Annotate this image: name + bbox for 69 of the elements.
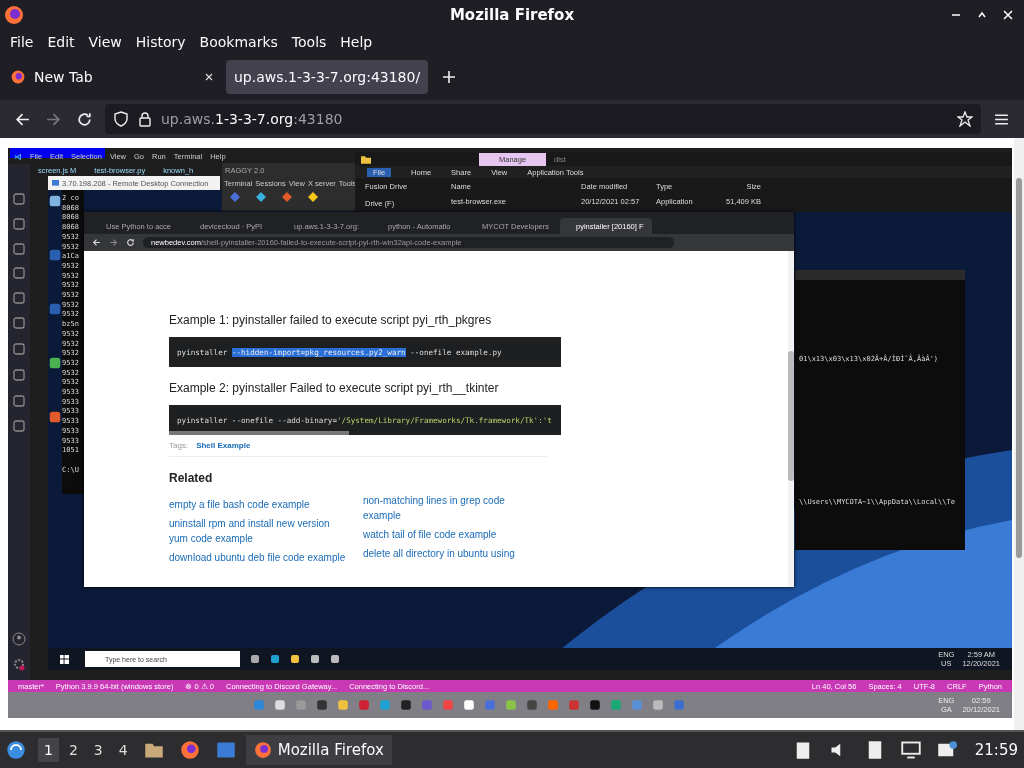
toolbar-icon[interactable] <box>308 192 318 202</box>
tags-label: Tags: <box>169 441 189 450</box>
settings-icon[interactable] <box>12 657 26 671</box>
scrollbar-thumb[interactable] <box>1016 178 1022 558</box>
related-link[interactable]: download ubuntu deb file code example <box>169 550 349 565</box>
vscode-logo-icon <box>14 152 22 161</box>
scrollbar-thumb[interactable] <box>788 351 794 481</box>
sidebar-icon[interactable] <box>12 419 26 433</box>
close-tab-icon[interactable] <box>204 72 214 82</box>
menu-item[interactable]: File <box>4 32 40 52</box>
workspace-button[interactable]: 3 <box>87 738 109 762</box>
desktop-icon[interactable] <box>48 194 62 208</box>
sidebar-icon[interactable] <box>12 316 26 330</box>
browser-tab[interactable]: New Tab <box>2 60 222 94</box>
clock: 21:59 <box>974 741 1018 759</box>
back-icon[interactable] <box>92 238 101 247</box>
related-link[interactable]: non-matching lines in grep code example <box>363 493 543 523</box>
sidebar-icon[interactable] <box>12 192 26 206</box>
menu-item[interactable]: Tools <box>285 32 333 52</box>
section-heading: Related <box>169 471 213 485</box>
desktop-icon[interactable] <box>48 410 62 424</box>
taskbar-icon[interactable] <box>588 699 601 711</box>
related-link[interactable]: delete all directory in ubuntu using <box>363 546 543 561</box>
menu-item[interactable]: Help <box>334 32 379 52</box>
sidebar-icon[interactable] <box>12 242 26 256</box>
bookmark-star-icon[interactable] <box>957 111 973 127</box>
firefox-logo-icon <box>10 69 26 85</box>
desktop-icon[interactable] <box>48 356 62 370</box>
toolbar-icon[interactable] <box>282 192 292 202</box>
sidebar-icon[interactable] <box>12 368 26 382</box>
firefox-icon <box>253 741 272 759</box>
window-icon[interactable] <box>215 740 236 760</box>
sidebar-icon[interactable] <box>12 291 26 305</box>
taskbar-window-button[interactable]: Mozilla Firefox <box>245 735 392 765</box>
toolbar-icon[interactable] <box>256 192 266 202</box>
tag-link[interactable]: Shell Example <box>196 441 251 450</box>
menu-item[interactable]: Edit <box>41 32 81 52</box>
folder-icon <box>361 154 371 164</box>
example-heading: Example 2: pyinstaller Failed to execute script pyi_rth__tkinter <box>169 381 499 395</box>
firefox-logo-icon <box>4 5 24 25</box>
scrollbar[interactable] <box>169 431 349 435</box>
workspace-button[interactable]: 1 <box>38 738 59 762</box>
new-tab-icon[interactable] <box>442 70 457 84</box>
start-menu-icon[interactable] <box>6 740 26 760</box>
browser-tab[interactable]: up.aws.1-3-3-7.org:43180/ <box>226 60 429 94</box>
related-link[interactable]: empty a file bash code example <box>169 497 349 512</box>
menu-item[interactable]: View <box>82 32 128 52</box>
workspace-button[interactable]: 2 <box>62 738 84 762</box>
window-title: Mozilla Firefox <box>449 6 575 24</box>
monitor-icon[interactable] <box>900 740 921 760</box>
address-bar[interactable]: up.aws.1-3-3-7.org:43180 <box>105 104 981 134</box>
lock-icon <box>137 111 153 127</box>
close-icon[interactable] <box>1002 9 1014 21</box>
menu-item[interactable]: History <box>129 32 192 52</box>
sidebar-icon[interactable] <box>12 342 26 356</box>
forward-icon[interactable] <box>109 238 118 247</box>
sidebar-icon[interactable] <box>12 217 26 231</box>
sidebar-icon[interactable] <box>12 266 26 280</box>
menu-item[interactable]: Bookmarks <box>193 32 284 52</box>
sidebar-icon[interactable] <box>12 394 26 408</box>
shield-icon <box>113 111 129 127</box>
workspace-button[interactable]: 4 <box>112 738 134 762</box>
example-heading: Example 1: pyinstaller failed to execute script pyi_rth_pkgres <box>169 313 492 327</box>
related-link[interactable]: watch tail of file code example <box>363 527 543 542</box>
app-icon <box>52 179 59 187</box>
reload-icon[interactable] <box>126 238 135 247</box>
related-link[interactable]: uninstall rpm and install new version yum code example <box>169 516 349 546</box>
firefox-icon[interactable] <box>179 740 200 760</box>
account-icon[interactable] <box>12 632 26 646</box>
